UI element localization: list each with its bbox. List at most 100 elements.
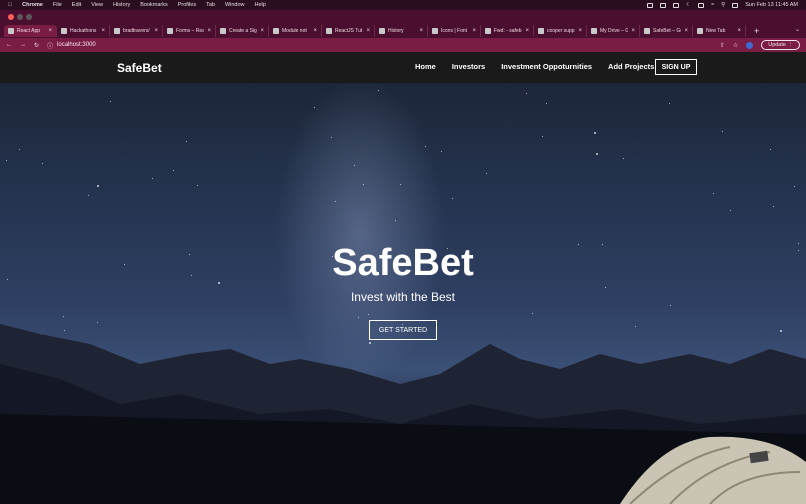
status-icon[interactable] xyxy=(673,2,680,8)
close-tab-icon[interactable]: × xyxy=(366,28,370,34)
star xyxy=(399,183,401,185)
browser-tab[interactable]: New Tab × xyxy=(693,25,746,37)
star xyxy=(712,193,714,195)
nav-investors[interactable]: Investors xyxy=(452,62,485,71)
reload-icon[interactable]: ↻ xyxy=(34,42,39,49)
address-bar-url[interactable]: localhost:3000 xyxy=(57,42,96,48)
close-tab-icon[interactable]: × xyxy=(48,28,52,34)
browser-tab[interactable]: Module not × xyxy=(269,25,322,37)
close-tab-icon[interactable]: × xyxy=(472,28,476,34)
menu-help[interactable]: Help xyxy=(255,2,266,8)
control-center-icon[interactable] xyxy=(732,2,739,8)
moon-icon[interactable]: ☾ xyxy=(686,2,691,8)
close-tab-icon[interactable]: × xyxy=(154,28,158,34)
star xyxy=(669,102,671,104)
site-info-icon[interactable]: ⓘ xyxy=(47,41,53,50)
battery-icon[interactable] xyxy=(698,2,705,8)
tab-search-chevron-icon[interactable]: ⌄ xyxy=(795,26,800,33)
close-tab-icon[interactable]: × xyxy=(525,28,529,34)
nav-investment-opportunities[interactable]: Investment Oppoturnities xyxy=(501,62,592,71)
update-button[interactable]: Update ⋮ xyxy=(761,40,800,50)
star xyxy=(594,132,597,134)
star xyxy=(335,201,337,203)
tab-label: History xyxy=(388,28,404,34)
zoom-window-button[interactable] xyxy=(26,14,32,20)
star xyxy=(440,151,442,153)
status-icon[interactable] xyxy=(647,2,654,8)
profile-avatar[interactable] xyxy=(746,41,754,49)
menu-profiles[interactable]: Profiles xyxy=(178,2,196,8)
bookmark-star-icon[interactable]: ☆ xyxy=(733,42,738,49)
apple-menu-icon[interactable]:  xyxy=(8,2,12,8)
browser-tab[interactable]: SafeBet – Go × xyxy=(640,25,693,37)
hero-subtitle: Invest with the Best xyxy=(350,290,456,304)
star xyxy=(96,321,98,323)
close-tab-icon[interactable]: × xyxy=(313,28,317,34)
nav-home[interactable]: Home xyxy=(415,62,436,71)
wifi-icon[interactable]: ≈ xyxy=(711,2,714,8)
browser-tab[interactable]: ReactJS Tut × xyxy=(322,25,375,37)
tab-favicon-icon xyxy=(432,28,438,34)
nav-add-projects[interactable]: Add Projects xyxy=(608,62,654,71)
menu-window[interactable]: Window xyxy=(225,2,245,8)
browser-tab[interactable]: Hackathons × xyxy=(57,25,110,37)
share-icon[interactable]: ⇧ xyxy=(720,42,725,49)
menu-view[interactable]: View xyxy=(91,2,103,8)
close-tab-icon[interactable]: × xyxy=(207,28,211,34)
browser-tab[interactable]: My Drive – G × xyxy=(587,25,640,37)
star xyxy=(595,153,598,156)
close-tab-icon[interactable]: × xyxy=(419,28,423,34)
star xyxy=(19,149,21,151)
browser-tab[interactable]: Fwd: - safeb × xyxy=(481,25,534,37)
site-logo[interactable]: SafeBet xyxy=(117,61,162,75)
forward-icon[interactable]: → xyxy=(20,42,26,48)
browser-tab[interactable]: bradtravers/ × xyxy=(110,25,163,37)
browser-tab[interactable]: History × xyxy=(375,25,428,37)
app-menu[interactable]: Chrome xyxy=(22,2,43,8)
tab-label: Hackathons xyxy=(70,28,97,34)
minimize-window-button[interactable] xyxy=(17,14,23,20)
star xyxy=(367,313,369,315)
close-tab-icon[interactable]: × xyxy=(578,28,582,34)
star xyxy=(395,220,397,222)
menu-history[interactable]: History xyxy=(113,2,130,8)
close-tab-icon[interactable]: × xyxy=(684,28,688,34)
menu-edit[interactable]: Edit xyxy=(72,2,81,8)
close-tab-icon[interactable]: × xyxy=(260,28,264,34)
star xyxy=(541,136,543,138)
close-tab-icon[interactable]: × xyxy=(631,28,635,34)
star xyxy=(173,170,175,172)
get-started-button[interactable]: GET STARTED xyxy=(369,320,437,340)
star xyxy=(152,177,154,179)
close-tab-icon[interactable]: × xyxy=(101,28,105,34)
close-window-button[interactable] xyxy=(8,14,14,20)
window-titlebar xyxy=(0,10,806,24)
star xyxy=(378,89,380,91)
menu-file[interactable]: File xyxy=(53,2,62,8)
star xyxy=(532,312,534,314)
browser-tab[interactable]: React App × xyxy=(4,25,57,37)
sign-up-button[interactable]: SIGN UP xyxy=(655,59,697,75)
browser-tab[interactable]: cooper supp × xyxy=(534,25,587,37)
tab-label: Icons | Font xyxy=(441,28,468,34)
star xyxy=(363,183,365,185)
tab-favicon-icon xyxy=(326,28,332,34)
browser-tab[interactable]: Forms – Rea × xyxy=(163,25,216,37)
address-bar[interactable]: ⓘ localhost:3000 xyxy=(47,40,712,50)
new-tab-button[interactable]: + xyxy=(754,26,759,36)
back-icon[interactable]: ← xyxy=(6,42,12,48)
browser-tab[interactable]: Create a Sig × xyxy=(216,25,269,37)
star xyxy=(545,102,547,104)
search-icon[interactable]: ⚲ xyxy=(721,2,725,8)
status-icon[interactable] xyxy=(660,2,667,8)
star xyxy=(526,92,528,94)
clock[interactable]: Sun Feb 13 11:45 AM xyxy=(745,2,798,8)
close-tab-icon[interactable]: × xyxy=(737,28,741,34)
menu-tab[interactable]: Tab xyxy=(206,2,215,8)
update-label: Update xyxy=(768,42,786,48)
star xyxy=(722,131,724,133)
star xyxy=(63,315,65,317)
browser-tab[interactable]: Icons | Font × xyxy=(428,25,481,37)
menu-bookmarks[interactable]: Bookmarks xyxy=(140,2,168,8)
star xyxy=(794,185,796,187)
